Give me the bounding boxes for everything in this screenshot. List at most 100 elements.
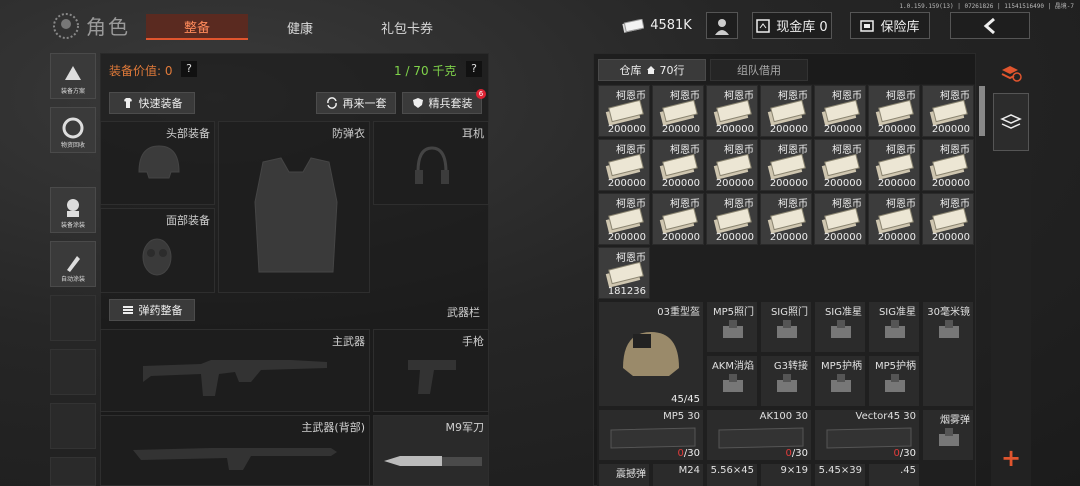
inventory-item[interactable]: .45 <box>868 463 920 486</box>
inventory-item[interactable]: AKM消焰 <box>706 355 758 407</box>
currency-value: 4581K <box>650 18 692 33</box>
face-gear-slot[interactable]: 面部装备 <box>100 208 215 293</box>
elite-kit-button[interactable]: 精兵套装 <box>402 92 482 114</box>
sort-button[interactable] <box>995 58 1027 88</box>
pistol-slot[interactable]: 手枪 <box>373 329 489 412</box>
money-stack-item[interactable]: 柯恩币 200000 <box>706 193 758 245</box>
pistol-icon <box>408 360 456 394</box>
money-stack-item[interactable]: 柯恩币 200000 <box>814 139 866 191</box>
inventory-item[interactable]: AK100 30 0/30 <box>706 409 812 461</box>
primary-weapon-slot[interactable]: 主武器 <box>100 329 370 412</box>
attachment-icon <box>939 428 959 446</box>
item-name: 9×19 <box>780 465 808 476</box>
item-name: 柯恩币 <box>670 91 700 102</box>
inventory-item[interactable]: MP5照门 <box>706 301 758 353</box>
weight-help-button[interactable]: ? <box>466 61 482 77</box>
tab-warehouse[interactable]: 仓库 70行 <box>598 59 706 81</box>
inventory-item[interactable]: 03重型盔 45/45 <box>598 301 704 407</box>
loadout-preset-button[interactable]: 装备方案 <box>50 53 96 99</box>
item-name: 柯恩币 <box>724 199 754 210</box>
money-stack-item[interactable]: 柯恩币 200000 <box>598 139 650 191</box>
side-slot-empty[interactable] <box>50 295 96 341</box>
primary-back-slot[interactable]: 主武器(背部) <box>100 415 370 486</box>
item-name: 柯恩币 <box>616 253 646 264</box>
ammo-prep-button[interactable]: 弹药整备 <box>109 299 195 321</box>
item-count: 200000 <box>769 178 808 189</box>
money-stack-item[interactable]: 柯恩币 200000 <box>868 193 920 245</box>
warehouse-scrollbar[interactable] <box>979 86 985 136</box>
money-stack-item[interactable]: 柯恩币 200000 <box>706 139 758 191</box>
money-stack-item[interactable]: 柯恩币 200000 <box>814 85 866 137</box>
attachment-icon <box>831 374 851 392</box>
money-stack-item[interactable]: 柯恩币 200000 <box>922 85 974 137</box>
trader-avatar-button[interactable] <box>706 12 738 39</box>
inventory-item[interactable]: SIG照门 <box>760 301 812 353</box>
auto-paint-button[interactable]: 自动涂装 <box>50 241 96 287</box>
inventory-item[interactable]: M24 <box>652 463 704 486</box>
tab-loadout[interactable]: 整备 <box>146 14 248 40</box>
inventory-item[interactable]: SIG准星 <box>868 301 920 353</box>
side-slot-empty[interactable] <box>50 403 96 449</box>
armor-slot[interactable]: 防弹衣 <box>218 121 370 293</box>
item-count: 200000 <box>823 232 862 243</box>
knife-slot[interactable]: M9军刀 <box>373 415 489 486</box>
tab-team-borrow[interactable]: 组队借用 <box>710 59 808 81</box>
quick-equip-button[interactable]: 快速装备 <box>109 92 195 114</box>
item-name: .45 <box>900 465 916 476</box>
money-stack-item[interactable]: 柯恩币 200000 <box>760 85 812 137</box>
headset-icon <box>415 146 449 184</box>
tab-gift-cards[interactable]: 礼包卡券 <box>352 14 462 40</box>
inventory-item[interactable]: 烟雾弹 <box>922 409 974 461</box>
money-stack-item[interactable]: 柯恩币 200000 <box>652 193 704 245</box>
version-text: 1.0.159.159(13) | 07261826 | 11541516490… <box>899 3 1074 10</box>
money-stack-item[interactable]: 柯恩币 200000 <box>652 85 704 137</box>
inventory-item[interactable]: SIG准星 <box>814 301 866 353</box>
warehouse-grid: 柯恩币 200000 柯恩币 200000 柯恩币 200000 柯恩币 200000 柯恩币 2… <box>597 84 975 486</box>
money-stack-item[interactable]: 柯恩币 200000 <box>922 139 974 191</box>
cash-vault-button[interactable]: 现金库 0 <box>752 12 832 39</box>
transfer-button[interactable] <box>993 93 1029 151</box>
money-stack-item[interactable]: 柯恩币 200000 <box>598 85 650 137</box>
inventory-item[interactable]: 30毫米镜 <box>922 301 974 407</box>
soldier-icon <box>67 199 79 217</box>
inventory-item[interactable]: 5.56×45 <box>706 463 758 486</box>
money-stack-item[interactable]: 柯恩币 200000 <box>760 193 812 245</box>
money-stack-item[interactable]: 柯恩币 200000 <box>868 85 920 137</box>
money-stack-item[interactable]: 柯恩币 181236 <box>598 247 650 299</box>
value-help-button[interactable]: ? <box>181 61 197 77</box>
back-button[interactable] <box>950 12 1030 39</box>
recycle-button[interactable]: 物资回收 <box>50 107 96 153</box>
gasmask-icon <box>142 238 172 276</box>
inventory-item[interactable]: 5.45×39 <box>814 463 866 486</box>
money-stack-item[interactable]: 柯恩币 200000 <box>760 139 812 191</box>
inventory-item[interactable]: G3转接 <box>760 355 812 407</box>
side-slot-empty[interactable] <box>50 349 96 395</box>
item-count: 200000 <box>877 178 916 189</box>
money-stack-item[interactable]: 柯恩币 200000 <box>922 193 974 245</box>
money-stack-item[interactable]: 柯恩币 200000 <box>598 193 650 245</box>
earpiece-slot[interactable]: 耳机 <box>373 121 489 205</box>
again-button[interactable]: 再来一套 <box>316 92 396 114</box>
inventory-item[interactable]: MP5护柄 <box>868 355 920 407</box>
paint-button[interactable]: 装备涂装 <box>50 187 96 233</box>
inventory-item[interactable]: MP5护柄 <box>814 355 866 407</box>
item-count: 200000 <box>715 178 754 189</box>
shirt-icon <box>123 98 132 108</box>
attachment-icon <box>831 320 851 338</box>
item-name: AK100 30 <box>759 411 808 422</box>
side-slot-empty[interactable] <box>50 457 96 486</box>
inventory-item[interactable]: 9×19 <box>760 463 812 486</box>
inventory-item[interactable]: MP5 30 0/30 <box>598 409 704 461</box>
inventory-item[interactable]: 震撼弹 <box>598 463 650 486</box>
money-stack-item[interactable]: 柯恩币 200000 <box>652 139 704 191</box>
add-button[interactable]: + <box>1000 446 1022 470</box>
insurance-vault-button[interactable]: 保险库 <box>850 12 930 39</box>
refresh-icon <box>326 97 337 109</box>
item-count: 200000 <box>661 232 700 243</box>
money-stack-item[interactable]: 柯恩币 200000 <box>706 85 758 137</box>
inventory-item[interactable]: Vector45 30 0/30 <box>814 409 920 461</box>
money-stack-item[interactable]: 柯恩币 200000 <box>814 193 866 245</box>
tab-health[interactable]: 健康 <box>250 14 350 40</box>
head-gear-slot[interactable]: 头部装备 <box>100 121 215 205</box>
money-stack-item[interactable]: 柯恩币 200000 <box>868 139 920 191</box>
